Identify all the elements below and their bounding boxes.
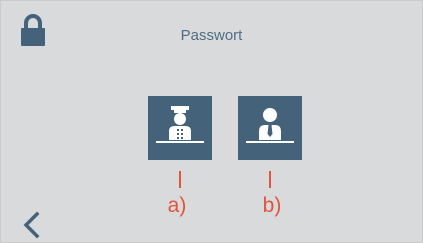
marker-line-a <box>179 171 181 188</box>
chevron-left-icon[interactable] <box>21 211 43 239</box>
marker-line-b <box>269 171 271 188</box>
marker-label-b: b) <box>262 194 282 217</box>
role-button-employee[interactable] <box>238 96 302 160</box>
password-screen: Passwort a) b) <box>0 0 423 243</box>
employee-icon <box>246 108 294 143</box>
marker-label-a: a) <box>167 194 187 217</box>
service-staff-icon <box>156 106 204 143</box>
role-button-service-staff[interactable] <box>148 96 212 160</box>
page-title: Passwort <box>180 27 243 44</box>
